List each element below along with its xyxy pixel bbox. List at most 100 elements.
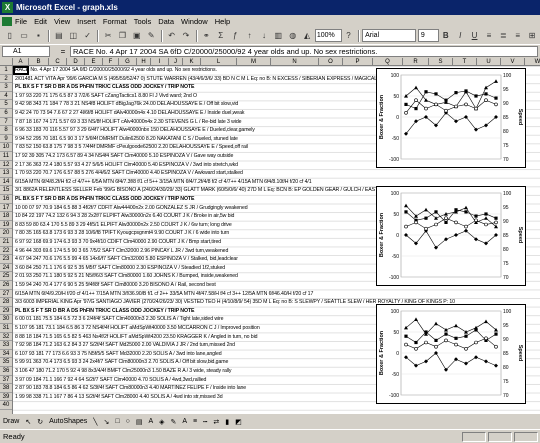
row-header[interactable]: 6 (0, 109, 12, 118)
column-header[interactable]: N (271, 58, 319, 66)
row-header[interactable]: 5 (0, 100, 12, 109)
function-icon[interactable]: ƒ (228, 29, 241, 43)
column-header[interactable]: C (49, 58, 67, 66)
row-header[interactable]: 13 (0, 169, 12, 178)
select-arrow-icon[interactable]: ↖ (25, 418, 31, 426)
row-header[interactable]: 2 (0, 75, 12, 84)
drawing-icon[interactable]: ◭ (300, 29, 313, 43)
row-header[interactable]: 20 (0, 229, 12, 238)
column-header[interactable]: K (183, 58, 201, 66)
column-header[interactable]: A (13, 58, 29, 66)
row-header[interactable]: 12 (0, 161, 12, 170)
paste-icon[interactable]: ▣ (130, 29, 143, 43)
menu-edit[interactable]: Edit (34, 17, 47, 26)
copy-icon[interactable]: ❐ (116, 29, 129, 43)
fill-color-icon[interactable]: ◈ (159, 418, 164, 426)
redo-icon[interactable]: ↷ (179, 29, 192, 43)
font-color-icon[interactable]: A (182, 418, 187, 425)
row-header[interactable]: 33 (0, 341, 12, 350)
3d-icon[interactable]: ◩ (235, 418, 242, 426)
column-header[interactable]: T (453, 58, 477, 66)
menu-tools[interactable]: Tools (134, 17, 152, 26)
row-header[interactable]: 11 (0, 152, 12, 161)
row-header[interactable]: 37 (0, 376, 12, 385)
shadow-icon[interactable]: ▮ (225, 418, 229, 426)
row-header[interactable]: 35 (0, 358, 12, 367)
sort-descending-icon[interactable]: ↓ (257, 29, 270, 43)
row-header[interactable]: 1 (0, 66, 12, 75)
chart-horse-2[interactable]: 100 50 0 -50 -100 100 95 90 85 80 75 70 Boxer & Frac… (376, 186, 526, 286)
draw-menu[interactable]: Draw (3, 418, 19, 425)
underline-icon[interactable]: U (468, 29, 481, 43)
column-header[interactable]: D (67, 58, 85, 66)
column-header[interactable]: R (403, 58, 429, 66)
formula-input[interactable]: RACE No. 4 Apr 17 2004 SA 6fD C/20000/25… (70, 46, 538, 57)
merge-icon[interactable]: ⊞ (525, 29, 538, 43)
column-header[interactable]: V (501, 58, 525, 66)
wordart-icon[interactable]: A (148, 418, 153, 425)
row-header[interactable]: 40 (0, 401, 12, 410)
chart-wizard-icon[interactable]: ▥ (272, 29, 285, 43)
column-header[interactable]: W (525, 58, 540, 66)
sort-ascending-icon[interactable]: ↑ (243, 29, 256, 43)
column-header[interactable]: E (85, 58, 103, 66)
row-header[interactable]: 29 (0, 307, 12, 316)
zoom-field[interactable]: 100% (314, 29, 342, 42)
row-header[interactable]: 36 (0, 367, 12, 376)
cut-icon[interactable]: ✂ (101, 29, 114, 43)
row-header[interactable]: 7 (0, 118, 12, 127)
format-painter-icon[interactable]: ✎ (145, 29, 158, 43)
row-header[interactable]: 23 (0, 255, 12, 264)
column-header[interactable]: U (477, 58, 501, 66)
row-header[interactable]: 34 (0, 350, 12, 359)
line-style-icon[interactable]: ≡ (193, 418, 197, 425)
undo-icon[interactable]: ↶ (165, 29, 178, 43)
row-header[interactable]: 24 (0, 264, 12, 273)
oval-icon[interactable]: ○ (126, 418, 130, 425)
row-header[interactable]: 17 (0, 204, 12, 213)
line-color-icon[interactable]: ✎ (171, 418, 177, 426)
row-header[interactable]: 16 (0, 195, 12, 204)
rectangle-icon[interactable]: □ (115, 418, 119, 425)
select-all-corner[interactable] (0, 58, 13, 66)
row-header[interactable]: 9 (0, 135, 12, 144)
row-header[interactable]: 18 (0, 212, 12, 221)
row-header[interactable]: 38 (0, 384, 12, 393)
row-header[interactable]: 32 (0, 333, 12, 342)
name-box[interactable]: A1 (2, 46, 50, 57)
row-header[interactable]: 21 (0, 238, 12, 247)
column-header[interactable]: G (119, 58, 137, 66)
column-header[interactable]: Q (373, 58, 403, 66)
print-icon[interactable]: ▤ (52, 29, 65, 43)
autosum-icon[interactable]: Σ (214, 29, 227, 43)
arrow-style-icon[interactable]: ⇄ (213, 418, 219, 426)
font-name-field[interactable]: Arial (362, 29, 416, 42)
align-center-icon[interactable]: ≣ (497, 29, 510, 43)
row-header[interactable]: 30 (0, 315, 12, 324)
row-header[interactable]: 15 (0, 186, 12, 195)
hyperlink-icon[interactable]: ⚭ (200, 29, 213, 43)
menu-window[interactable]: Window (181, 17, 208, 26)
row-header[interactable]: 22 (0, 247, 12, 256)
chart-horse-3[interactable]: 100 50 0 -50 -100 100 95 90 85 80 75 70 Boxer & Frac… (376, 304, 526, 404)
row-header[interactable]: 14 (0, 178, 12, 187)
column-header[interactable]: B (29, 58, 49, 66)
menu-file[interactable]: File (15, 17, 27, 26)
row-header[interactable]: 10 (0, 143, 12, 152)
worksheet[interactable]: ABCDEFGHIJKLMNOPQRSTUVWX 123456789101112… (0, 58, 540, 414)
equals-icon[interactable]: = (56, 47, 70, 56)
arrow-icon[interactable]: ↘ (103, 418, 109, 426)
chart-horse-1[interactable]: 100 50 0 -50 -100 100 95 90 85 80 75 70 Boxer & Frac… (376, 68, 526, 168)
align-right-icon[interactable]: ≡ (511, 29, 524, 43)
align-left-icon[interactable]: ≡ (482, 29, 495, 43)
column-header[interactable]: M (237, 58, 271, 66)
new-icon[interactable]: ▯ (3, 29, 16, 43)
rotate-icon[interactable]: ↻ (37, 418, 43, 426)
row-header[interactable]: 27 (0, 290, 12, 299)
row-header[interactable]: 31 (0, 324, 12, 333)
row-header[interactable]: 19 (0, 221, 12, 230)
row-header[interactable]: 4 (0, 92, 12, 101)
save-icon[interactable]: ▪ (32, 29, 45, 43)
column-header[interactable]: F (103, 58, 119, 66)
row-header[interactable]: 8 (0, 126, 12, 135)
